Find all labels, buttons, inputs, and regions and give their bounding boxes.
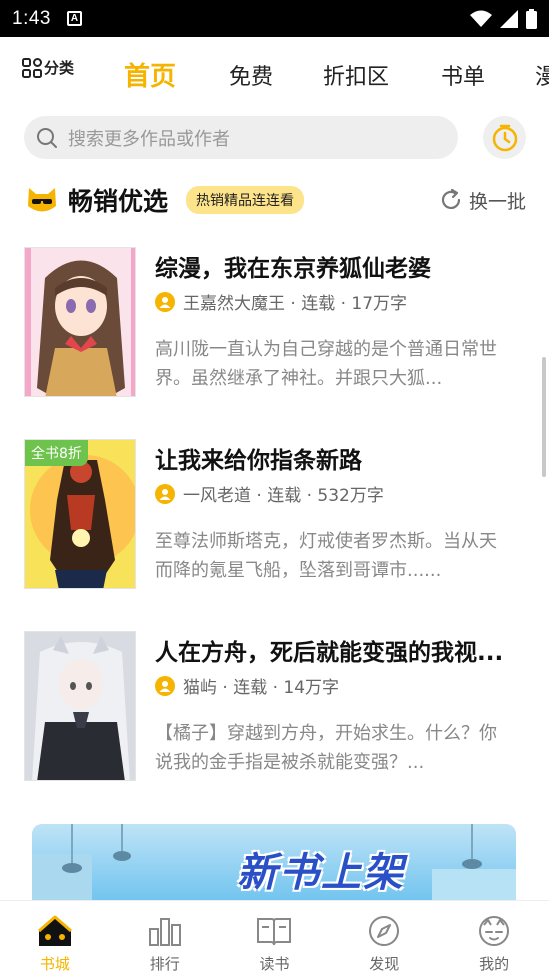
nav-ranking[interactable]: 排行 <box>110 901 220 977</box>
cover-art-wolf-girl <box>25 632 135 780</box>
refresh-label: 换一批 <box>468 190 526 213</box>
status-bar: 1:43 A <box>0 0 549 37</box>
status-time: 1:43 <box>12 7 51 29</box>
bookstore-icon <box>37 915 72 946</box>
author-icon <box>155 291 175 312</box>
search-placeholder: 搜索更多作品或作者 <box>68 128 230 150</box>
nav-label: 排行 <box>149 955 180 973</box>
tab-discount[interactable]: 折扣区 <box>323 59 389 91</box>
book-item[interactable]: 全书8折 让我来给你指条新路 一风老道 · 连载 · 532万字 至尊法师斯塔克… <box>24 439 524 591</box>
nav-label: 发现 <box>369 955 400 973</box>
refresh-button[interactable]: 换一批 <box>439 187 526 214</box>
wifi-icon <box>470 10 492 27</box>
compass-icon <box>369 916 400 946</box>
reading-timer-button[interactable] <box>483 116 526 159</box>
banner-text: 新书上架 <box>237 850 405 896</box>
book-description: 至尊法师斯塔克，灯戒使者罗杰斯。当从天而降的氪星飞船，坠落到哥谭市...... <box>155 531 497 581</box>
book-meta-text: 猫屿 · 连载 · 14万字 <box>183 678 340 698</box>
tab-comic[interactable]: 漫 <box>535 59 549 91</box>
book-description: 【橘子】穿越到方舟，开始求生。什么？你说我的金手指是被杀就能变强？... <box>155 723 497 773</box>
tab-booklist[interactable]: 书单 <box>441 59 485 91</box>
book-cover[interactable] <box>24 247 136 397</box>
book-meta: 王嘉然大魔王 · 连载 · 17万字 <box>155 289 407 314</box>
bottom-nav: 书城 排行 读书 发现 我的 <box>0 900 549 977</box>
category-grid-icon <box>22 57 42 78</box>
scrollbar[interactable] <box>542 357 546 477</box>
section-header: 畅销优选 热销精品连连看 换一批 <box>26 178 526 222</box>
status-icons <box>470 8 537 29</box>
tab-free[interactable]: 免费 <box>229 59 273 91</box>
cat-profile-icon <box>479 916 510 946</box>
section-badge: 热销精品连连看 <box>186 186 305 214</box>
search-input[interactable]: 搜索更多作品或作者 <box>24 116 458 159</box>
nav-reading[interactable]: 读书 <box>220 901 330 977</box>
book-cover[interactable] <box>24 631 136 781</box>
search-icon <box>37 127 57 148</box>
signal-icon <box>500 9 518 28</box>
nav-profile[interactable]: 我的 <box>439 901 549 977</box>
book-title[interactable]: 让我来给你指条新路 <box>155 441 520 475</box>
category-button[interactable]: 分类 <box>22 57 74 78</box>
top-tab-bar: 分类 首页 免费 折扣区 书单 漫 <box>0 37 549 117</box>
book-title[interactable]: 综漫，我在东京养狐仙老婆 <box>155 249 520 283</box>
new-books-banner[interactable]: 新书上架 <box>32 824 516 904</box>
author-icon <box>155 675 175 696</box>
search-row: 搜索更多作品或作者 <box>24 116 526 160</box>
nav-bookstore[interactable]: 书城 <box>0 901 110 977</box>
nav-label: 我的 <box>479 955 510 973</box>
ranking-icon <box>148 918 181 946</box>
book-meta-text: 王嘉然大魔王 · 连载 · 17万字 <box>183 294 408 314</box>
author-icon <box>155 483 175 504</box>
battery-icon <box>526 8 537 29</box>
category-label: 分类 <box>44 59 75 77</box>
section-title: 畅销优选 <box>68 187 169 216</box>
cover-art-anime-girl <box>25 248 135 396</box>
book-cover[interactable]: 全书8折 <box>24 439 136 589</box>
book-description: 高川陇一直认为自己穿越的是个普通日常世界。虽然继承了神社。并跟只大狐... <box>155 339 497 389</box>
book-title[interactable]: 人在方舟，死后就能变强的我视... <box>155 633 520 667</box>
nav-label: 书城 <box>39 955 70 973</box>
cool-cat-icon <box>28 188 56 212</box>
book-meta: 猫屿 · 连载 · 14万字 <box>155 673 339 698</box>
timer-icon <box>492 124 517 151</box>
nav-label: 读书 <box>259 955 290 973</box>
book-item[interactable]: 综漫，我在东京养狐仙老婆 王嘉然大魔王 · 连载 · 17万字 高川陇一直认为自… <box>24 247 524 399</box>
discount-badge: 全书8折 <box>25 440 88 466</box>
book-meta-text: 一风老道 · 连载 · 532万字 <box>183 486 384 506</box>
tab-home[interactable]: 首页 <box>124 56 176 93</box>
nav-discover[interactable]: 发现 <box>329 901 439 977</box>
book-icon <box>257 918 292 946</box>
notification-icon: A <box>66 11 82 26</box>
refresh-icon <box>441 188 461 209</box>
book-item[interactable]: 人在方舟，死后就能变强的我视... 猫屿 · 连载 · 14万字 【橘子】穿越到… <box>24 631 524 783</box>
book-meta: 一风老道 · 连载 · 532万字 <box>155 481 384 506</box>
